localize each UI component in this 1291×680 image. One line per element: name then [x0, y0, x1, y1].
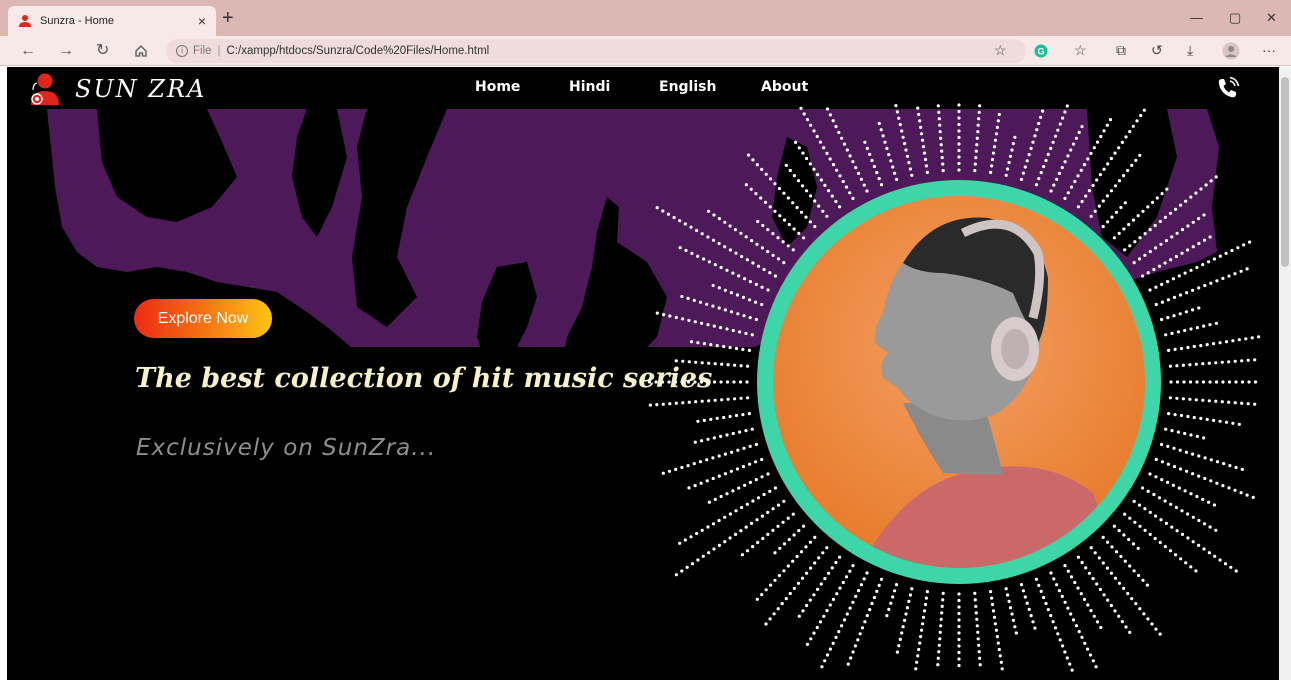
close-window-button[interactable]: ✕ [1266, 10, 1277, 26]
grammarly-extension-icon[interactable]: G [1034, 44, 1048, 58]
refresh-icon[interactable]: ↻ [96, 41, 109, 61]
browser-toolbar: ← → ↻ i File | C:/xampp/htdocs/Sunzra/Co… [0, 36, 1291, 66]
page-scrollbar[interactable] [1279, 67, 1291, 680]
url-text: C:/xampp/htdocs/Sunzra/Code%20Files/Home… [226, 45, 490, 57]
browser-tab-strip: Sunzra - Home × + — ▢ ✕ [0, 0, 1291, 36]
browser-tab[interactable]: Sunzra - Home × [8, 6, 216, 36]
url-scheme-label: File [193, 45, 212, 57]
phone-call-icon[interactable] [1215, 75, 1241, 101]
nav-english-link[interactable]: English [659, 79, 716, 95]
collections-icon[interactable]: ⧉ [1116, 42, 1126, 59]
explore-now-button[interactable]: Explore Now [134, 299, 272, 338]
nav-home-link[interactable]: Home [475, 79, 520, 95]
back-icon[interactable]: ← [20, 41, 36, 61]
favorites-icon[interactable]: ☆ [1074, 42, 1087, 59]
address-bar[interactable]: i File | C:/xampp/htdocs/Sunzra/Code%20F… [166, 39, 1026, 63]
audio-visualizer-portrait [647, 103, 1261, 672]
nav-hindi-link[interactable]: Hindi [569, 79, 610, 95]
site-logo-text[interactable]: SUN ZRA [75, 75, 206, 103]
downloads-icon[interactable]: ⤓ [1187, 42, 1193, 59]
info-icon[interactable]: i [176, 45, 188, 57]
hero-headline: The best collection of hit music series [135, 363, 713, 394]
scrollbar-thumb[interactable] [1281, 77, 1289, 267]
headphone-person-logo-icon[interactable] [29, 72, 61, 106]
url-separator: | [217, 45, 221, 57]
forward-icon[interactable]: → [58, 41, 74, 61]
sunzra-favicon-icon [19, 15, 31, 27]
minimize-button[interactable]: — [1190, 10, 1203, 25]
add-favorite-icon[interactable]: ☆ [994, 42, 1007, 59]
more-options-icon[interactable]: ··· [1262, 42, 1276, 58]
tab-close-icon[interactable]: × [198, 13, 206, 29]
hero-subheadline: Exclusively on SunZra... [136, 435, 437, 461]
home-icon[interactable] [134, 44, 148, 58]
restore-button[interactable]: ▢ [1229, 10, 1241, 26]
svg-text:G: G [1037, 47, 1044, 57]
nav-about-link[interactable]: About [761, 79, 808, 95]
profile-avatar-icon[interactable] [1222, 42, 1240, 60]
page-viewport: SUN ZRA Home Hindi English About Explore… [7, 67, 1279, 680]
tab-title: Sunzra - Home [40, 15, 114, 27]
new-tab-button[interactable]: + [222, 8, 234, 28]
history-icon[interactable]: ↺ [1151, 42, 1163, 59]
